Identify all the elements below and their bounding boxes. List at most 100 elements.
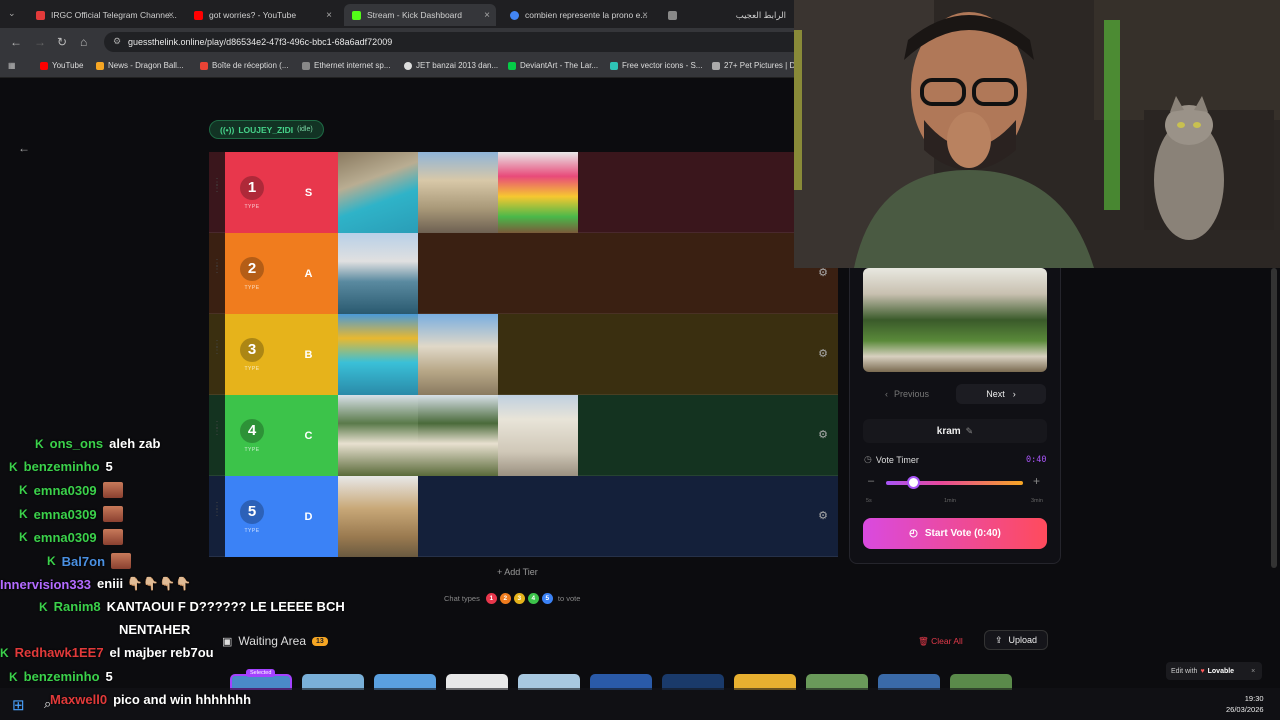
tier-image[interactable] bbox=[418, 395, 498, 476]
minus-icon[interactable]: – bbox=[868, 475, 874, 487]
drag-handle-icon[interactable]: ⋮ ⋮ bbox=[212, 259, 222, 275]
browser-tab-2[interactable]: got worries? - YouTube × bbox=[186, 4, 338, 26]
page-scrollbar[interactable] bbox=[1271, 268, 1277, 568]
tab-favicon-icon bbox=[36, 10, 45, 20]
browser-tab-1[interactable]: IRGC Official Telegram Channe... × bbox=[28, 4, 180, 26]
streamer-status-badge: ((•)) LOUJEY_ZIDI (idle) bbox=[209, 120, 324, 139]
start-vote-button[interactable]: ◴ Start Vote (0:40) bbox=[863, 518, 1047, 549]
chat-text: KANTAOUI F D?????? LE LEEEE BCH bbox=[106, 599, 345, 614]
next-button[interactable]: Next › bbox=[956, 384, 1046, 404]
previous-button[interactable]: ‹ Previous bbox=[866, 384, 948, 404]
tier-number: 1 bbox=[240, 175, 264, 200]
tab-title: الرابط العجيب bbox=[735, 9, 786, 20]
drag-handle-icon[interactable]: ⋮ ⋮ bbox=[212, 421, 222, 437]
tier-row-5[interactable]: ⋮ ⋮ 5 TYPE D ⚙ bbox=[209, 476, 838, 557]
address-bar[interactable]: ⚙ guessthelink.online/play/d86534e2-47f3… bbox=[104, 32, 804, 52]
chat-emote bbox=[102, 482, 123, 498]
place-name-field[interactable]: kram ✎ bbox=[863, 419, 1047, 443]
chat-type-dot: 1 bbox=[485, 593, 497, 604]
upload-button[interactable]: ⇪ Upload bbox=[984, 630, 1048, 650]
tier-row-1[interactable]: ⋮ ⋮ 1 TYPE S bbox=[209, 152, 838, 233]
chat-message: K emna0309 bbox=[19, 482, 123, 498]
tier-settings-gear-icon[interactable]: ⚙ bbox=[818, 509, 828, 522]
browser-tab-5[interactable]: الرابط العجيب bbox=[660, 4, 794, 26]
browser-tab-3[interactable]: Stream - Kick Dashboard × bbox=[344, 4, 496, 26]
forward-icon[interactable]: → bbox=[34, 35, 46, 49]
clear-all-button[interactable]: 🗑 Clear All bbox=[918, 636, 963, 647]
tier-image[interactable] bbox=[338, 395, 418, 476]
chat-message: K benzeminho 5 bbox=[9, 669, 113, 684]
close-icon[interactable]: × bbox=[484, 10, 490, 21]
tier-image[interactable] bbox=[338, 152, 418, 233]
chat-type-dot: 5 bbox=[541, 593, 553, 604]
lovable-badge[interactable]: Edit with ♥ Lovable × bbox=[1166, 662, 1262, 680]
drag-handle-icon[interactable]: ⋮ ⋮ bbox=[212, 502, 222, 518]
bookmark-label: Ethernet internet sp... bbox=[314, 61, 391, 70]
pencil-icon[interactable]: ✎ bbox=[966, 426, 974, 437]
back-icon[interactable]: ← bbox=[10, 35, 22, 49]
bookmark-item[interactable]: Free vector icons - S... bbox=[610, 61, 702, 70]
tab-list-chevron-icon[interactable]: ⌄ bbox=[8, 8, 16, 19]
tier-row-3[interactable]: ⋮ ⋮ 3 TYPE B ⚙ bbox=[209, 314, 838, 395]
bookmark-item[interactable]: Ethernet internet sp... bbox=[302, 61, 391, 70]
tier-image[interactable] bbox=[338, 314, 418, 395]
bookmark-label: DeviantArt - The Lar... bbox=[520, 61, 599, 70]
close-icon[interactable]: × bbox=[326, 10, 332, 21]
tier-row-4[interactable]: ⋮ ⋮ 4 TYPE C ⚙ bbox=[209, 395, 838, 476]
tier-settings-gear-icon[interactable]: ⚙ bbox=[818, 428, 828, 441]
browser-tab-4[interactable]: combien represente la prono e... × bbox=[502, 4, 654, 26]
tier-number-badge: 4 TYPE bbox=[225, 395, 279, 476]
kick-badge-icon: K bbox=[19, 483, 28, 497]
kick-badge-icon: K bbox=[19, 507, 28, 521]
tier-image[interactable] bbox=[418, 152, 498, 233]
tier-letter: A bbox=[279, 233, 338, 314]
back-arrow-icon[interactable]: ← bbox=[14, 138, 34, 158]
bookmark-icon bbox=[96, 61, 104, 70]
close-icon[interactable]: × bbox=[1251, 668, 1255, 675]
tier-image[interactable] bbox=[498, 395, 578, 476]
tier-image[interactable] bbox=[338, 233, 418, 314]
slider-knob[interactable] bbox=[906, 476, 920, 489]
kick-badge-icon: K bbox=[35, 436, 44, 451]
webcam-overlay bbox=[794, 0, 1280, 268]
bookmark-item[interactable]: News - Dragon Ball... bbox=[96, 61, 184, 70]
taskbar: ⊞ ⌕ Maxwell0 pico and win hhhhhhh bbox=[0, 688, 1280, 720]
tier-settings-gear-icon[interactable]: ⚙ bbox=[818, 347, 828, 360]
waiting-area-title: Waiting Area bbox=[238, 634, 306, 648]
bookmark-label: Free vector icons - S... bbox=[622, 61, 703, 70]
close-icon[interactable]: × bbox=[642, 10, 648, 21]
tier-number: 4 bbox=[240, 418, 264, 443]
bookmark-item[interactable]: JET banzai 2013 dan... bbox=[404, 61, 498, 70]
reload-icon[interactable]: ↻ bbox=[57, 35, 67, 49]
bookmark-item[interactable]: DeviantArt - The Lar... bbox=[508, 61, 598, 70]
bookmark-item[interactable]: 27+ Pet Pictures | D... bbox=[712, 61, 802, 70]
drag-handle-icon[interactable]: ⋮ ⋮ bbox=[212, 340, 222, 356]
add-tier-label: Add Tier bbox=[504, 567, 538, 577]
site-info-icon[interactable]: ⚙ bbox=[113, 36, 121, 47]
tier-image[interactable] bbox=[418, 314, 498, 395]
drag-handle-icon[interactable]: ⋮ ⋮ bbox=[212, 178, 222, 194]
chat-emote bbox=[102, 506, 123, 522]
tier-image[interactable] bbox=[498, 152, 578, 233]
chat-username: Bal7on bbox=[61, 553, 106, 569]
tier-type-label: TYPE bbox=[244, 203, 260, 210]
slider-tick-label: 5s bbox=[866, 498, 872, 504]
chat-username: emna0309 bbox=[33, 506, 97, 522]
plus-icon[interactable]: + bbox=[1033, 474, 1040, 488]
broadcast-icon: ((•)) bbox=[220, 124, 235, 135]
upload-label: Upload bbox=[1008, 635, 1038, 645]
tier-row-2[interactable]: ⋮ ⋮ 2 TYPE A ⚙ bbox=[209, 233, 838, 314]
apps-grid-icon[interactable]: ▦ bbox=[8, 61, 16, 70]
close-icon[interactable]: × bbox=[168, 10, 174, 21]
chat-types-label: Chat types bbox=[444, 594, 480, 603]
heart-icon: ♥ bbox=[1200, 667, 1205, 675]
lovable-brand: Lovable bbox=[1207, 667, 1235, 675]
tier-type-label: TYPE bbox=[244, 284, 260, 291]
tier-image[interactable] bbox=[338, 476, 418, 557]
bookmark-item[interactable]: Boîte de réception (... bbox=[200, 61, 289, 70]
home-icon[interactable]: ⌂ bbox=[80, 35, 87, 49]
bookmark-item[interactable]: YouTube bbox=[40, 61, 83, 70]
add-tier-button[interactable]: + Add Tier bbox=[497, 567, 538, 577]
selected-tag: Selected bbox=[246, 669, 276, 677]
windows-start-icon[interactable]: ⊞ bbox=[12, 696, 25, 714]
